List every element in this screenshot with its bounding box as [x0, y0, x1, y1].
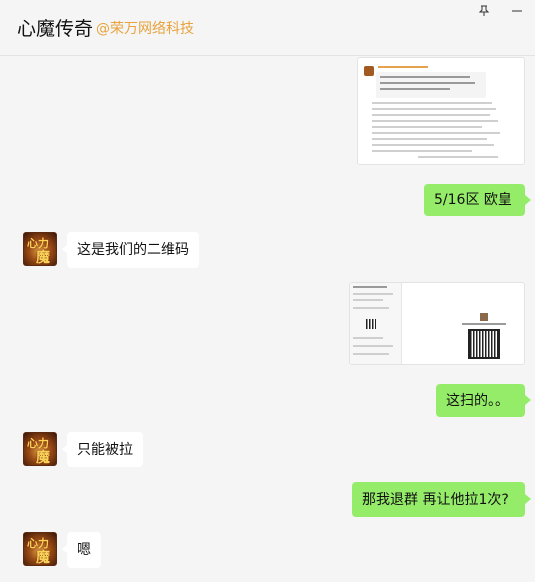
chat-org-label: @荣万网络科技: [96, 21, 194, 37]
message-bubble-incoming[interactable]: 嗯: [67, 532, 101, 568]
thumbnail-avatar: [480, 313, 488, 321]
qr-code: [468, 329, 500, 359]
pin-icon: [478, 5, 490, 16]
thumbnail-line: [372, 144, 494, 146]
avatar[interactable]: 心力 魔: [23, 432, 57, 466]
minimize-icon: [512, 10, 522, 12]
bubble-tail: [525, 494, 531, 504]
thumbnail-line: [353, 337, 383, 339]
message-bubble-incoming[interactable]: 只能被拉: [67, 432, 143, 467]
thumbnail-line: [372, 114, 490, 116]
thumbnail-line: [372, 108, 496, 110]
chat-title: 心魔传奇: [17, 18, 94, 40]
qr-code-small: [366, 319, 376, 329]
message-bubble-outgoing[interactable]: 那我退群 再让他拉1次?: [352, 482, 525, 517]
image-message[interactable]: [349, 282, 525, 365]
thumbnail-line: [418, 156, 498, 158]
thumbnail-line: [353, 299, 383, 301]
thumbnail-line: [380, 82, 475, 84]
thumbnail-avatar: [364, 66, 374, 76]
thumbnail-line: [372, 150, 472, 152]
thumbnail-line: [353, 286, 387, 288]
chat-header: 心魔传奇 @荣万网络科技: [0, 0, 535, 56]
thumbnail-line: [372, 132, 500, 134]
avatar-glyph: 魔: [36, 550, 50, 566]
thumbnail-line: [353, 345, 393, 347]
thumbnail-line: [462, 323, 506, 325]
message-bubble-outgoing[interactable]: 5/16区 欧皇: [424, 184, 525, 216]
chat-window: 心魔传奇 @荣万网络科技 5/16区 欧皇 心力 魔 这是我们的二维码 这扫的。…: [0, 0, 535, 582]
thumbnail-line: [372, 120, 498, 122]
thumbnail-line: [372, 138, 487, 140]
thumbnail-line: [353, 293, 393, 295]
avatar-glyph: 魔: [36, 250, 50, 266]
avatar-glyph: 魔: [36, 450, 50, 466]
avatar[interactable]: 心力 魔: [23, 532, 57, 566]
message-bubble-incoming[interactable]: 这是我们的二维码: [67, 232, 199, 268]
thumbnail-line: [353, 353, 389, 355]
bubble-tail: [525, 395, 531, 405]
image-message[interactable]: [357, 57, 525, 165]
message-bubble-outgoing[interactable]: 这扫的。。: [436, 384, 525, 417]
pin-button[interactable]: [469, 0, 499, 22]
bubble-tail: [525, 195, 531, 205]
thumbnail-line: [380, 76, 470, 78]
thumbnail-line: [380, 88, 450, 90]
thumbnail-line: [353, 307, 389, 309]
avatar[interactable]: 心力 魔: [23, 232, 57, 266]
minimize-button[interactable]: [502, 0, 532, 22]
thumbnail-line: [372, 126, 482, 128]
thumbnail-line: [372, 102, 492, 104]
thumbnail-line: [378, 66, 428, 68]
